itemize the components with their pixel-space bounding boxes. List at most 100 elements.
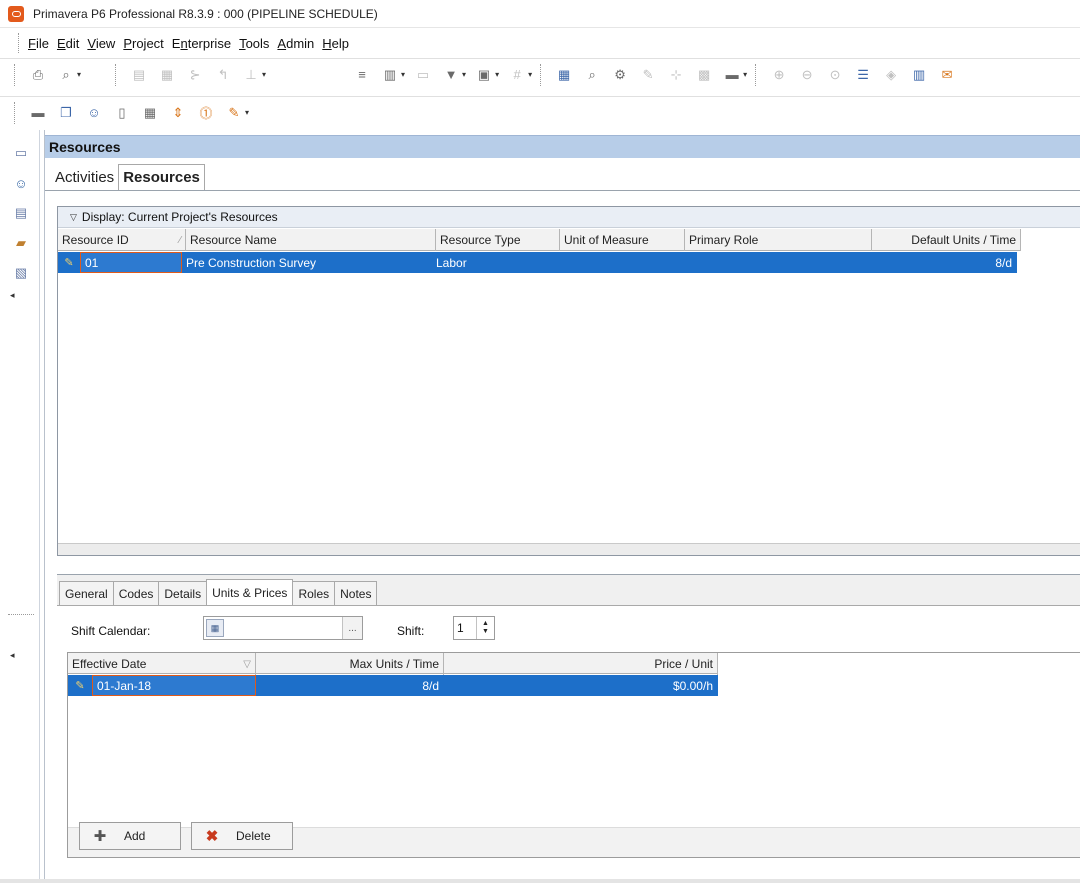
- table-row[interactable]: ✎ 01-Jan-18 8/d $0.00/h: [68, 675, 718, 696]
- table-columns-icon[interactable]: ▥: [381, 66, 399, 84]
- column-default-units[interactable]: Default Units / Time: [872, 229, 1021, 251]
- comment-icon[interactable]: ✉: [938, 66, 956, 84]
- assign-resource-icon[interactable]: ☺: [85, 104, 103, 122]
- toolbar-grip[interactable]: [14, 63, 18, 86]
- folder-icon[interactable]: ▭: [12, 144, 30, 162]
- dropdown-arrow-icon[interactable]: ▾: [462, 70, 466, 79]
- resources-icon[interactable]: ☺: [12, 174, 30, 192]
- column-primary-role[interactable]: Primary Role: [685, 229, 872, 251]
- layout-icon[interactable]: ▦: [158, 66, 176, 84]
- menu-file[interactable]: File: [28, 36, 56, 51]
- sort-icon[interactable]: ▣: [475, 66, 493, 84]
- print-preview-icon[interactable]: ⌕: [57, 66, 75, 84]
- toolbar-grip[interactable]: [540, 63, 544, 86]
- column-effective-date[interactable]: Effective Date ▽: [68, 653, 256, 675]
- trace-icon[interactable]: ✎: [639, 66, 657, 84]
- link-icon[interactable]: ⊱: [186, 66, 204, 84]
- search-icon[interactable]: ⌕: [583, 66, 601, 84]
- tab-codes[interactable]: Codes: [112, 581, 160, 605]
- column-max-units[interactable]: Max Units / Time: [256, 653, 444, 675]
- shift-calendar-field[interactable]: ▦ ...: [203, 616, 363, 640]
- tab-notes[interactable]: Notes: [334, 581, 378, 605]
- document-icon[interactable]: ▯: [113, 104, 131, 122]
- table-row[interactable]: ✎ 01 Pre Construction Survey Labor 8/d: [58, 252, 1017, 273]
- split-view-icon[interactable]: ☰: [854, 66, 872, 84]
- toolbar-grip[interactable]: [115, 63, 119, 86]
- add-button[interactable]: ✚ Add: [79, 822, 181, 850]
- menu-grip[interactable]: [18, 33, 22, 53]
- cell-effective-date[interactable]: 01-Jan-18: [92, 675, 256, 696]
- menu-enterprise[interactable]: Enterprise: [172, 36, 238, 51]
- collapse-arrow-icon[interactable]: ◂: [10, 650, 15, 661]
- zoom-out-icon[interactable]: ⊖: [798, 66, 816, 84]
- collapse-icon[interactable]: ◈: [882, 66, 900, 84]
- print-icon[interactable]: ⎙: [29, 66, 47, 84]
- level-icon[interactable]: ⇕: [169, 104, 187, 122]
- panes-icon[interactable]: ▥: [910, 66, 928, 84]
- columns-icon[interactable]: ▤: [130, 66, 148, 84]
- column-price-unit[interactable]: Price / Unit: [444, 653, 718, 675]
- bar-chart-icon[interactable]: ≡: [353, 66, 371, 84]
- copy-icon[interactable]: ❐: [57, 104, 75, 122]
- dropdown-arrow-icon[interactable]: ▾: [77, 70, 81, 79]
- menu-view[interactable]: View: [87, 36, 122, 51]
- tab-activities[interactable]: Activities: [51, 165, 118, 190]
- collapse-arrow-icon[interactable]: ◂: [10, 290, 15, 301]
- horizontal-scrollbar[interactable]: [58, 543, 1080, 555]
- cell-resource-id[interactable]: 01: [80, 252, 182, 273]
- project-icon[interactable]: ▰: [12, 234, 30, 252]
- column-resource-type[interactable]: Resource Type: [436, 229, 560, 251]
- dropdown-arrow-icon[interactable]: ▾: [743, 70, 747, 79]
- tab-roles[interactable]: Roles: [292, 581, 336, 605]
- column-resource-name[interactable]: Resource Name: [186, 229, 436, 251]
- split-icon[interactable]: ⊹: [667, 66, 685, 84]
- menu-tools[interactable]: Tools: [239, 36, 276, 51]
- gantt-icon[interactable]: ▦: [555, 66, 573, 84]
- dropdown-arrow-icon[interactable]: ▾: [262, 70, 266, 79]
- menu-project[interactable]: Project: [123, 36, 170, 51]
- tab-general[interactable]: General: [59, 581, 114, 605]
- tab-resources[interactable]: Resources: [118, 164, 205, 190]
- filter-icon[interactable]: ▼: [442, 66, 460, 84]
- menu-help[interactable]: Help: [322, 36, 356, 51]
- cell-price-unit[interactable]: $0.00/h: [444, 675, 718, 696]
- tracking-icon[interactable]: ▤: [12, 204, 30, 222]
- zoom-in-icon[interactable]: ⊕: [770, 66, 788, 84]
- window-icon[interactable]: ▬: [723, 66, 741, 84]
- menu-edit[interactable]: Edit: [57, 36, 86, 51]
- toolbar-grip[interactable]: [755, 63, 759, 86]
- dropdown-arrow-icon[interactable]: ▾: [528, 70, 532, 79]
- calculator-icon[interactable]: ▦: [141, 104, 159, 122]
- cell-resource-name[interactable]: Pre Construction Survey: [182, 252, 432, 273]
- details-icon[interactable]: ▩: [695, 66, 713, 84]
- hierarchy-icon[interactable]: ⊥: [242, 66, 260, 84]
- spin-arrows-icon[interactable]: ▲ ▼: [476, 617, 494, 639]
- issue-icon[interactable]: ⓵: [197, 104, 215, 122]
- menu-admin[interactable]: Admin: [277, 36, 321, 51]
- dropdown-arrow-icon[interactable]: ▾: [245, 108, 249, 117]
- bar-icon[interactable]: ▬: [29, 104, 47, 122]
- cell-resource-type[interactable]: Labor: [432, 252, 556, 273]
- zoom-fit-icon[interactable]: ⊙: [826, 66, 844, 84]
- expand-triangle-icon[interactable]: ▽: [70, 212, 77, 223]
- group-icon[interactable]: ▭: [414, 66, 432, 84]
- shift-calendar-browse-button[interactable]: ...: [342, 617, 362, 639]
- relationship-icon[interactable]: ↰: [214, 66, 232, 84]
- cell-max-units[interactable]: 8/d: [256, 675, 444, 696]
- dropdown-arrow-icon[interactable]: ▾: [495, 70, 499, 79]
- hash-icon[interactable]: #: [508, 66, 526, 84]
- shift-stepper[interactable]: 1 ▲ ▼: [453, 616, 495, 640]
- toolbar-grip[interactable]: [14, 101, 18, 124]
- column-unit-of-measure[interactable]: Unit of Measure: [560, 229, 685, 251]
- delete-button[interactable]: ✖ Delete: [191, 822, 293, 850]
- dropdown-arrow-icon[interactable]: ▾: [401, 70, 405, 79]
- shift-value[interactable]: 1: [454, 621, 476, 635]
- tab-units-prices[interactable]: Units & Prices: [206, 579, 294, 605]
- column-resource-id[interactable]: Resource ID ⁄: [58, 229, 186, 251]
- cell-unit-of-measure[interactable]: [556, 252, 681, 273]
- cell-primary-role[interactable]: [681, 252, 868, 273]
- display-bar[interactable]: ▽ Display: Current Project's Resources: [58, 207, 1080, 228]
- network-icon[interactable]: ⚙: [611, 66, 629, 84]
- tab-details[interactable]: Details: [158, 581, 208, 605]
- cell-default-units[interactable]: 8/d: [868, 252, 1017, 273]
